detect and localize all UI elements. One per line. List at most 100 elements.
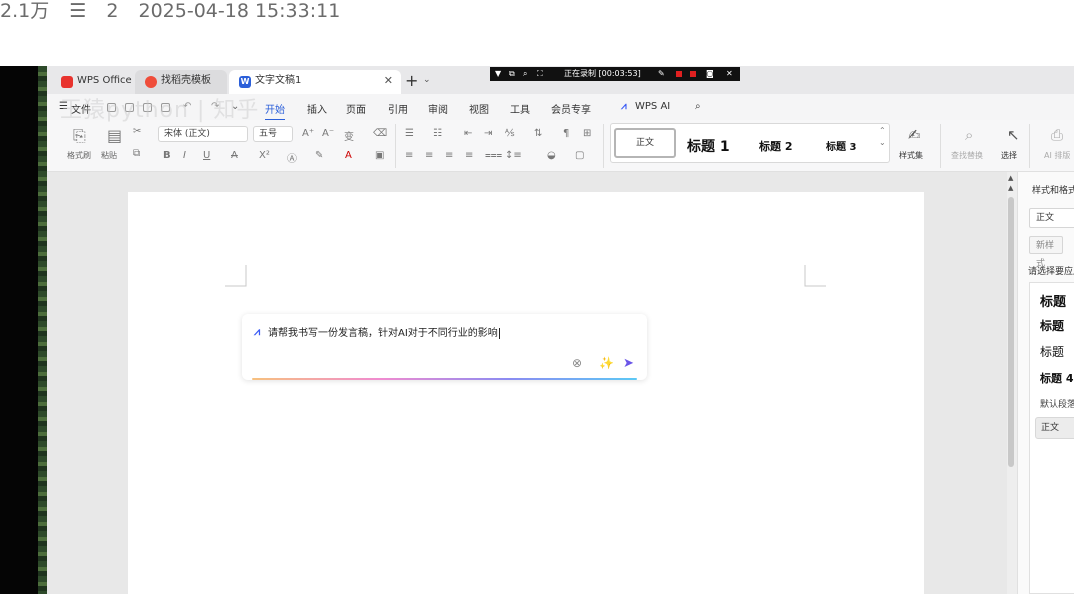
document-page[interactable] (128, 192, 924, 594)
paragraph-mark-icon[interactable]: ¶ (563, 128, 569, 139)
close-icon[interactable]: ✕ (384, 70, 393, 92)
tab-template[interactable]: 找稻壳模板 (135, 70, 227, 94)
sort-icon[interactable]: ⇅ (534, 128, 542, 139)
grow-font-icon[interactable]: A⁺ (302, 128, 314, 139)
cut-icon[interactable]: ✂ (133, 126, 141, 137)
style-list-heading-3[interactable]: 标题 (1040, 343, 1064, 360)
wps-logo-icon (61, 76, 73, 88)
paste-button[interactable]: 粘贴 (101, 150, 117, 161)
style-list-heading-2[interactable]: 标题 (1040, 317, 1064, 334)
tab-reference[interactable]: 引用 (388, 101, 408, 116)
chevron-up-icon[interactable]: ⌃ (879, 126, 886, 135)
underline-icon[interactable]: U (203, 150, 210, 161)
numbered-list-icon[interactable]: ☷ (433, 128, 442, 139)
align-center-icon[interactable]: ≡ (425, 150, 433, 161)
paste-icon[interactable]: ▤ (107, 126, 122, 145)
pen-icon[interactable]: ✎ (658, 67, 665, 81)
send-icon[interactable]: ➤ (623, 356, 634, 371)
close-icon[interactable]: ✕ (726, 67, 733, 81)
select-button[interactable]: 选择 (1001, 150, 1017, 161)
ai-layout-button[interactable]: AI 排版 (1044, 150, 1070, 161)
copy-icon[interactable]: ⧉ (133, 148, 140, 159)
text-direction-icon[interactable]: ⅍ (505, 128, 514, 139)
search-icon[interactable]: ⌕ (695, 101, 701, 112)
justify-icon[interactable]: ≡ (465, 150, 473, 161)
wps-ai-prompt-box[interactable]: ⩘ 请帮我书写一份发言稿，针对AI对于不同行业的影响 ⊗ ✨ ➤ (242, 314, 647, 380)
phonetic-icon[interactable]: 变 (344, 128, 354, 143)
style-heading-1[interactable]: 标题 1 (687, 136, 730, 156)
zoom-icon[interactable]: ⌕ (523, 67, 527, 81)
font-color-icon[interactable]: A (345, 150, 352, 161)
cursor-icon[interactable]: ↖ (1007, 126, 1020, 144)
current-style-field[interactable]: 正文 (1029, 208, 1074, 228)
chevron-up-icon[interactable]: ▲ (1008, 174, 1013, 182)
chevron-down-icon[interactable]: ⌄ (423, 75, 431, 85)
table-icon[interactable]: ⊞ (583, 128, 591, 139)
font-size-select[interactable]: 五号 (253, 126, 293, 142)
new-tab-icon[interactable]: + (405, 71, 418, 90)
magic-wand-icon[interactable]: ✨ (599, 356, 614, 370)
ai-layout-icon[interactable]: ⎙ (1051, 126, 1063, 144)
tab-page[interactable]: 页面 (346, 101, 366, 116)
bullet-list-icon[interactable]: ☰ (405, 128, 414, 139)
tab-tools[interactable]: 工具 (510, 101, 530, 116)
chevron-down-icon[interactable]: ⌄ (879, 138, 886, 147)
vertical-scrollbar[interactable]: ▲ ▲ (1007, 172, 1017, 594)
stop-icon[interactable] (690, 71, 696, 77)
clear-icon[interactable]: ⊗ (572, 356, 582, 370)
text-caret (498, 327, 500, 339)
indent-icon[interactable]: ⇥ (484, 128, 492, 139)
line-spacing-icon[interactable]: ↕≡ (505, 150, 522, 161)
align-left-icon[interactable]: ≡ (405, 150, 413, 161)
style-set-button[interactable]: 样式集 (899, 150, 923, 161)
tab-wps-office[interactable]: WPS Office (51, 70, 132, 94)
border-icon[interactable]: ▢ (575, 150, 584, 161)
clear-format-icon[interactable]: ⌫ (373, 128, 387, 139)
tab-home[interactable]: 开始 (265, 101, 285, 121)
ai-prompt-input[interactable]: 请帮我书写一份发言稿，针对AI对于不同行业的影响 (268, 324, 500, 339)
style-set-icon[interactable]: ✍ (908, 126, 921, 144)
outdent-icon[interactable]: ⇤ (464, 128, 472, 139)
tab-insert[interactable]: 插入 (307, 101, 327, 116)
format-painter-button[interactable]: 格式刷 (67, 150, 91, 161)
tab-label: WPS Office (77, 75, 132, 86)
desktop-wallpaper-strip (38, 66, 47, 594)
search-icon[interactable]: ⌕ (965, 126, 973, 144)
style-heading-2[interactable]: 标题 2 (759, 138, 792, 154)
style-list-heading-1[interactable]: 标题 (1040, 291, 1066, 310)
tab-document[interactable]: W 文字文稿1 ✕ (229, 70, 401, 94)
text-effect-icon[interactable]: Ⓐ (287, 150, 297, 165)
tab-wps-ai[interactable]: WPS AI (635, 101, 670, 112)
tab-view[interactable]: 视图 (469, 101, 489, 116)
crop-icon[interactable]: ⛶ (537, 67, 543, 81)
pause-icon[interactable] (676, 71, 682, 77)
style-heading-3[interactable]: 标题 3 (826, 138, 856, 153)
new-style-button[interactable]: 新样式 (1029, 236, 1063, 269)
font-name-select[interactable]: 宋体 (正文) (158, 126, 248, 142)
strikethrough-icon[interactable]: A (231, 150, 238, 161)
find-replace-button[interactable]: 查找替换 (951, 150, 983, 161)
window-icon[interactable]: ⧉ (509, 67, 515, 81)
style-list-heading-4[interactable]: 标题 4 (1040, 370, 1073, 386)
italic-icon[interactable]: I (183, 150, 186, 161)
superscript-icon[interactable]: X² (259, 150, 270, 161)
shrink-font-icon[interactable]: A⁻ (322, 128, 334, 139)
tab-review[interactable]: 审阅 (428, 101, 448, 116)
shading-icon[interactable]: ◒ (547, 150, 556, 161)
watermark: 王猿python | 知乎 (60, 98, 260, 123)
scrollbar-thumb[interactable] (1008, 197, 1014, 467)
style-list-default-paragraph[interactable]: 默认段落 (1040, 397, 1074, 410)
style-normal[interactable]: 正文 (614, 128, 676, 158)
tab-member[interactable]: 会员专享 (551, 101, 591, 116)
align-right-icon[interactable]: ≡ (445, 150, 453, 161)
format-painter-icon[interactable]: ⎘ (73, 126, 86, 146)
distribute-icon[interactable]: ⩶ (485, 150, 502, 161)
chevron-down-icon[interactable]: ▼ (495, 67, 501, 81)
ribbon-separator (1029, 124, 1030, 168)
highlight-icon[interactable]: ✎ (315, 150, 323, 161)
camera-icon[interactable]: ◙ (706, 67, 714, 81)
style-list-normal[interactable]: 正文 (1035, 417, 1074, 439)
bold-icon[interactable]: B (163, 150, 171, 161)
char-shade-icon[interactable]: ▣ (375, 150, 384, 161)
chevron-up-icon[interactable]: ▲ (1008, 184, 1013, 192)
